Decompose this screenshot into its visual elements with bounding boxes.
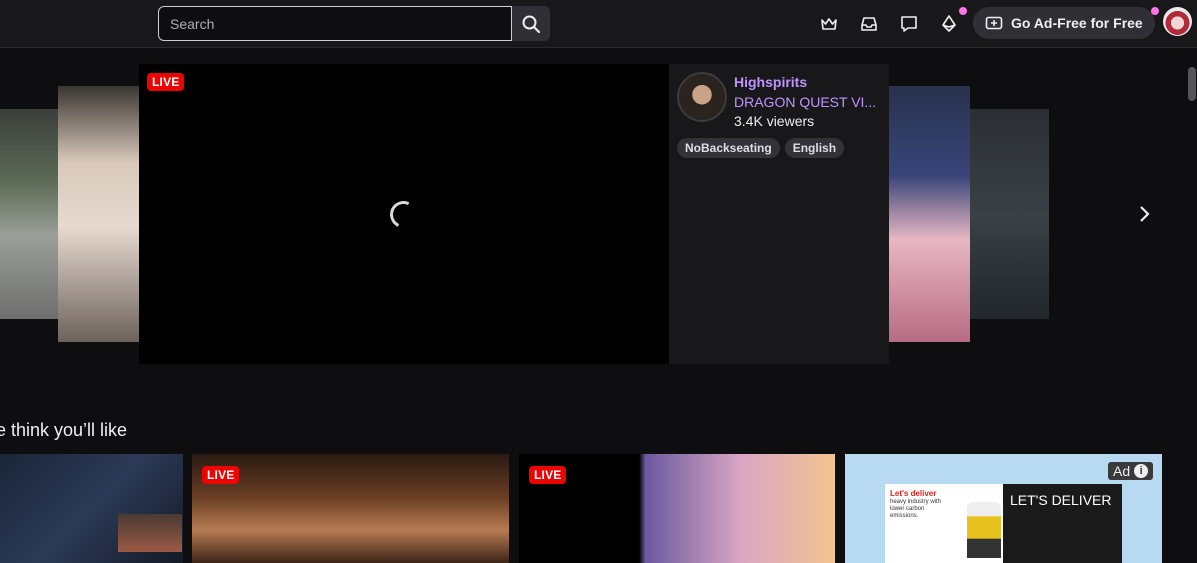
recommended-section-title: e think you’ll like [0,420,128,440]
recommended-stream-card[interactable]: LIVE [192,454,509,563]
search-button[interactable] [512,6,550,41]
page-scrollbar-thumb[interactable] [1188,67,1196,101]
user-avatar[interactable] [1163,7,1192,36]
carousel-next-button[interactable] [1134,203,1154,225]
ad-label: Ad [1113,463,1131,479]
search-box[interactable] [158,6,512,41]
loading-spinner-icon [386,197,421,232]
top-navigation-bar: Go Ad-Free for Free [0,0,1197,48]
inbox-button[interactable] [855,10,883,38]
inbox-icon [861,17,877,31]
bits-notification-dot [959,7,967,15]
search-icon [522,15,541,33]
bits-icon [942,15,956,32]
prime-crown-button[interactable] [815,10,843,38]
ad-title: LET'S DELIVER [1010,492,1112,508]
ad-headline: Let's deliver [890,489,937,498]
bits-button[interactable] [935,10,963,38]
carousel-card-right[interactable] [889,86,970,342]
live-badge: LIVE [202,466,240,484]
channel-avatar[interactable] [677,72,727,122]
carousel-card-left[interactable] [58,86,140,342]
search-input[interactable] [159,7,511,40]
recommended-stream-card[interactable] [0,454,183,563]
recommended-stream-card[interactable]: LIVE [519,454,835,563]
ad-badge[interactable]: Ad i [1108,462,1154,480]
carousel-card-left-far[interactable] [0,109,60,319]
go-ad-free-label: Go Ad-Free for Free [1011,15,1143,31]
webcam-overlay [118,514,182,552]
info-icon: i [1134,464,1149,478]
page-scrollbar-track[interactable] [1187,48,1197,563]
ad-free-icon [985,16,1003,30]
live-badge: LIVE [529,466,567,484]
ad-subtext: heavy industry with lower carbon emissio… [890,499,942,519]
prime-crown-icon [821,18,837,30]
worker-illustration [967,502,1001,558]
carousel-card-right-far[interactable] [969,109,1049,319]
ad-creative[interactable]: Let's deliver heavy industry with lower … [885,484,1122,563]
ad-card[interactable]: Ad i Let's deliver heavy industry with l… [845,454,1162,563]
featured-stream-info: Highspirits DRAGON QUEST VI... 3.4K view… [669,64,889,364]
featured-stream-player[interactable]: LIVE [139,64,669,364]
chevron-right-icon [1140,206,1150,222]
live-badge: LIVE [147,73,185,91]
game-name-link[interactable]: DRAGON QUEST VI... [734,94,884,110]
ad-free-notification-dot [1151,7,1159,15]
stream-tags: NoBackseating English [677,138,845,158]
go-ad-free-button[interactable]: Go Ad-Free for Free [973,7,1155,39]
whispers-icon [901,16,917,32]
whispers-button[interactable] [895,10,923,38]
tag-nobackseating[interactable]: NoBackseating [677,138,780,158]
channel-name-link[interactable]: Highspirits [734,74,807,90]
viewer-count: 3.4K viewers [734,113,815,129]
tag-english[interactable]: English [784,138,845,158]
